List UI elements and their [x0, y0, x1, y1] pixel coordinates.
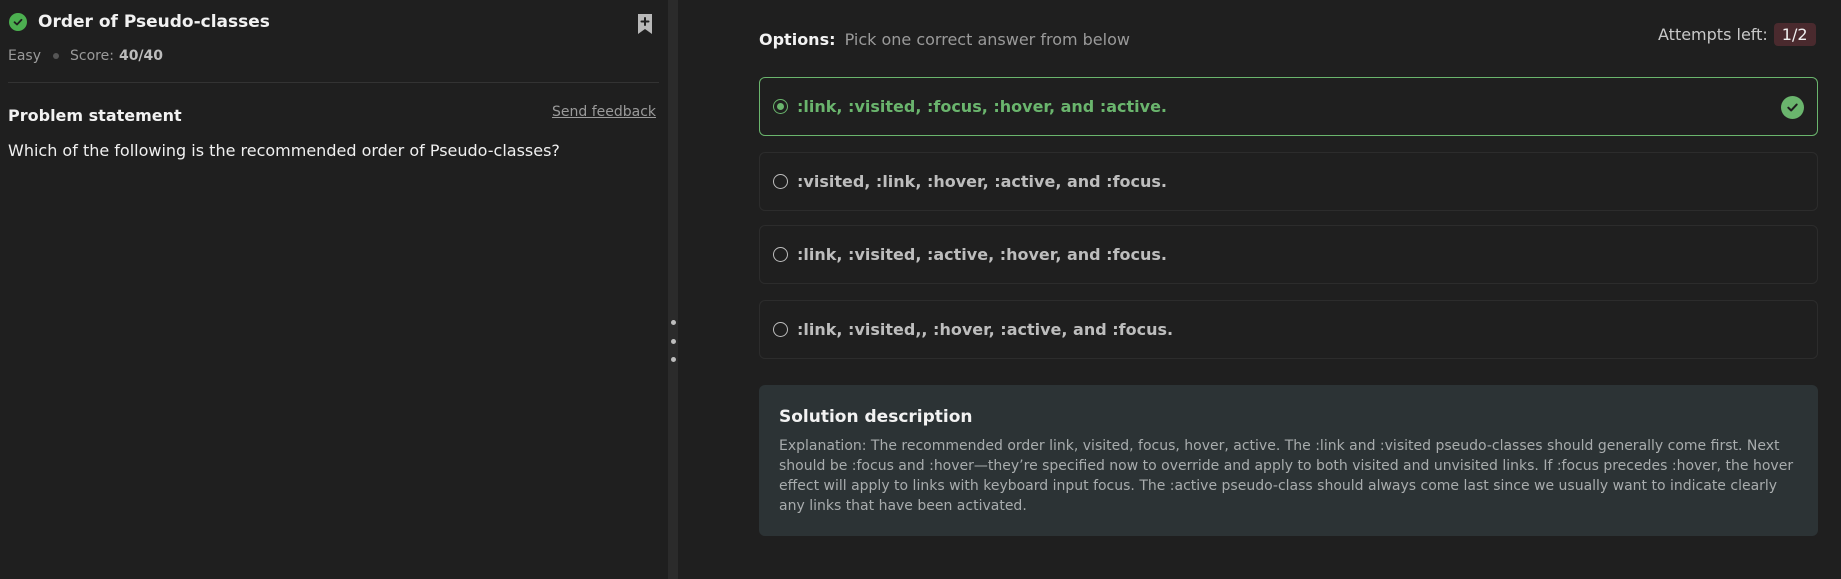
option-text: :link, :visited,, :hover, :active, and :… [797, 320, 1174, 339]
option-4[interactable]: :link, :visited,, :hover, :active, and :… [759, 300, 1818, 359]
problem-title-row: Order of Pseudo-classes [9, 12, 270, 32]
option-1[interactable]: :link, :visited, :focus, :hover, and :ac… [759, 77, 1818, 136]
attempts-left: Attempts left: 1/2 [1658, 23, 1816, 46]
panel-divider [668, 0, 678, 579]
radio-empty-icon[interactable] [773, 174, 788, 189]
attempts-label: Attempts left: [1658, 25, 1768, 44]
handle-dot [670, 320, 676, 325]
attempts-badge: 1/2 [1773, 23, 1816, 46]
option-text: :link, :visited, :active, :hover, and :f… [797, 245, 1167, 264]
problem-panel: Order of Pseudo-classes Easy Score: 40/4… [0, 0, 668, 579]
answer-panel: Options: Pick one correct answer from be… [678, 0, 1841, 579]
options-label: Options: [759, 30, 836, 49]
check-circle-icon [9, 13, 27, 31]
drag-handle-icon[interactable] [670, 320, 676, 362]
separator-dot [53, 53, 60, 59]
solution-box: Solution description Explanation: The re… [759, 385, 1818, 536]
divider-line [8, 82, 659, 83]
score-value: 40/40 [118, 48, 164, 64]
difficulty-label: Easy [8, 48, 42, 64]
option-3[interactable]: :link, :visited, :active, :hover, and :f… [759, 225, 1818, 284]
radio-empty-icon[interactable] [773, 247, 788, 262]
checkmark-icon [1781, 96, 1804, 119]
problem-meta: Easy Score: 40/40 [8, 48, 163, 64]
radio-empty-icon[interactable] [773, 322, 788, 337]
bookmark-add-icon[interactable] [636, 13, 654, 35]
solution-heading: Solution description [779, 407, 973, 427]
problem-title: Order of Pseudo-classes [38, 12, 270, 32]
question-text: Which of the following is the recommende… [8, 141, 560, 160]
handle-dot [670, 338, 676, 344]
score-label: Score: [70, 48, 114, 64]
send-feedback-link[interactable]: Send feedback [552, 104, 656, 120]
options-header: Options: Pick one correct answer from be… [759, 30, 1130, 49]
handle-dot [670, 357, 676, 362]
option-text: :visited, :link, :hover, :active, and :f… [797, 172, 1167, 191]
options-hint: Pick one correct answer from below [844, 30, 1130, 49]
solution-text: Explanation: The recommended order link,… [779, 438, 1794, 514]
problem-statement-heading: Problem statement [8, 106, 182, 125]
option-text: :link, :visited, :focus, :hover, and :ac… [797, 97, 1167, 116]
radio-selected-icon[interactable] [773, 99, 788, 114]
option-2[interactable]: :visited, :link, :hover, :active, and :f… [759, 152, 1818, 211]
